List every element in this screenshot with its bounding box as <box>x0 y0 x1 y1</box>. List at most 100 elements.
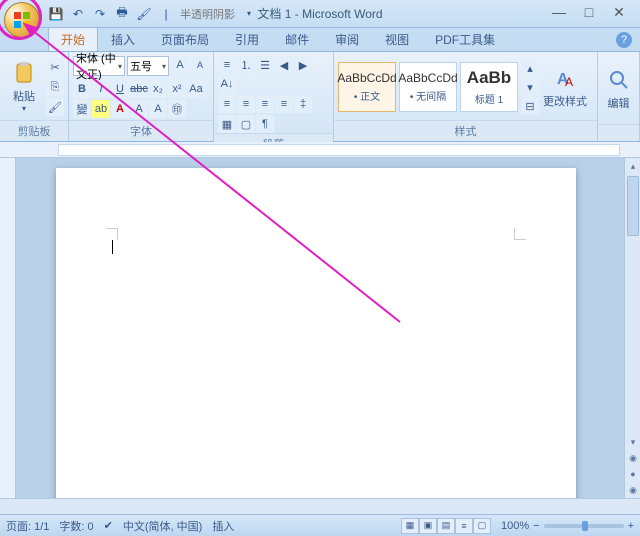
status-mode[interactable]: 插入 <box>212 518 234 534</box>
help-icon[interactable]: ? <box>616 32 632 48</box>
tab-view[interactable]: 视图 <box>372 27 422 51</box>
tab-page-layout[interactable]: 页面布局 <box>148 27 222 51</box>
view-outline[interactable]: ≡ <box>455 518 473 534</box>
tab-review[interactable]: 审阅 <box>322 27 372 51</box>
chevron-down-icon: ▾ <box>162 62 166 71</box>
save-icon[interactable]: 💾 <box>48 6 64 22</box>
enclose-char-button[interactable]: ㊞ <box>168 100 186 118</box>
paste-button[interactable]: 粘贴 ▾ <box>4 54 44 120</box>
ruler-horizontal[interactable] <box>0 142 640 158</box>
char-border-button[interactable]: A <box>130 100 148 118</box>
style-scroll-down[interactable]: ▾ <box>521 78 539 96</box>
underline-button[interactable]: U <box>111 80 129 98</box>
justify-button[interactable]: ≡ <box>275 95 293 113</box>
style-heading1[interactable]: AaBb 标题 1 <box>460 62 518 112</box>
shrink-font-button[interactable]: A <box>191 56 209 74</box>
multilevel-button[interactable]: ☰ <box>256 56 274 74</box>
align-left-button[interactable]: ≡ <box>218 95 236 113</box>
scrollbar-vertical[interactable]: ▴ ▾ ◉ ● ◉ <box>624 158 640 498</box>
group-styles: AaBbCcDd • 正文 AaBbCcDd • 无间隔 AaBb 标题 1 ▴… <box>334 52 598 141</box>
numbering-button[interactable]: ⒈ <box>237 56 255 74</box>
grow-font-button[interactable]: A <box>171 56 189 74</box>
ribbon: 粘贴 ▾ ✂ ⎘ 🖌 剪贴板 宋体 (中文正)▾ 五号▾ A A B I U <box>0 52 640 142</box>
office-button[interactable] <box>4 2 40 38</box>
scroll-down-icon[interactable]: ▾ <box>625 434 640 450</box>
maximize-button[interactable]: □ <box>574 2 604 22</box>
cut-button[interactable]: ✂ <box>46 58 64 76</box>
view-fullscreen[interactable]: ▣ <box>419 518 437 534</box>
change-styles-button[interactable]: AA 更改样式 <box>541 54 589 120</box>
document-scroll[interactable] <box>16 158 640 498</box>
copy-button[interactable]: ⎘ <box>46 78 64 96</box>
font-name-value: 宋体 (中文正) <box>76 50 118 82</box>
show-marks-button[interactable]: ¶ <box>256 115 274 133</box>
zoom-slider[interactable] <box>544 524 624 528</box>
tab-references[interactable]: 引用 <box>222 27 272 51</box>
status-words[interactable]: 字数: 0 <box>59 518 93 534</box>
style-scroll-up[interactable]: ▴ <box>521 59 539 77</box>
style-name: • 无间隔 <box>410 88 446 103</box>
zoom-slider-thumb[interactable] <box>582 521 588 531</box>
align-right-button[interactable]: ≡ <box>256 95 274 113</box>
view-web[interactable]: ▤ <box>437 518 455 534</box>
print-icon[interactable]: 🖶 <box>114 6 130 22</box>
italic-button[interactable]: I <box>92 80 110 98</box>
style-gallery: AaBbCcDd • 正文 AaBbCcDd • 无间隔 AaBb 标题 1 ▴… <box>338 59 539 115</box>
shadow-effect-dropdown[interactable]: 半透明阴影 <box>180 6 235 22</box>
subscript-button[interactable]: x₂ <box>149 80 167 98</box>
line-spacing-button[interactable]: ‡ <box>294 95 312 113</box>
window-title: 文档 1 - Microsoft Word <box>257 5 382 22</box>
strike-button[interactable]: abc <box>130 80 148 98</box>
status-page[interactable]: 页面: 1/1 <box>6 518 49 534</box>
prev-page-icon[interactable]: ◉ <box>625 450 640 466</box>
clear-format-button[interactable]: Aa <box>187 80 205 98</box>
tab-home[interactable]: 开始 <box>48 27 98 51</box>
font-name-combo[interactable]: 宋体 (中文正)▾ <box>73 56 125 76</box>
borders-button[interactable]: ▢ <box>237 115 255 133</box>
char-shading-button[interactable]: A <box>149 100 167 118</box>
indent-inc-button[interactable]: ▶ <box>294 56 312 74</box>
next-page-icon[interactable]: ◉ <box>625 482 640 498</box>
qat-dropdown-icon[interactable]: ▾ <box>241 6 257 22</box>
bold-button[interactable]: B <box>73 80 91 98</box>
scroll-thumb[interactable] <box>627 176 639 236</box>
editing-button[interactable]: 编辑 <box>602 56 635 122</box>
status-language[interactable]: 中文(简体, 中国) <box>123 518 202 534</box>
shading-button[interactable]: ▦ <box>218 115 236 133</box>
style-normal[interactable]: AaBbCcDd • 正文 <box>338 62 396 112</box>
phonetic-button[interactable]: 變 <box>73 100 91 118</box>
sort-button[interactable]: A↓ <box>218 75 236 93</box>
group-clipboard: 粘贴 ▾ ✂ ⎘ 🖌 剪贴板 <box>0 52 69 141</box>
highlight-button[interactable]: ab <box>92 100 110 118</box>
indent-dec-button[interactable]: ◀ <box>275 56 293 74</box>
minimize-button[interactable]: — <box>544 2 574 22</box>
view-draft[interactable]: ▢ <box>473 518 491 534</box>
redo-icon[interactable]: ↷ <box>92 6 108 22</box>
view-print-layout[interactable]: ▦ <box>401 518 419 534</box>
bullets-button[interactable]: ≡ <box>218 56 236 74</box>
style-expand[interactable]: ⊟ <box>521 97 539 115</box>
tab-pdf-tools[interactable]: PDF工具集 <box>422 27 508 51</box>
font-color-button[interactable]: A <box>111 100 129 118</box>
status-proof-icon[interactable]: ✔ <box>104 519 113 532</box>
scrollbar-horizontal[interactable] <box>0 498 640 514</box>
undo-icon[interactable]: ↶ <box>70 6 86 22</box>
close-button[interactable]: ✕ <box>604 2 634 22</box>
tab-insert[interactable]: 插入 <box>98 27 148 51</box>
page[interactable] <box>56 168 576 498</box>
superscript-button[interactable]: x² <box>168 80 186 98</box>
scroll-up-icon[interactable]: ▴ <box>625 158 640 174</box>
svg-text:A: A <box>565 75 573 89</box>
format-painter-button[interactable]: 🖌 <box>46 98 64 116</box>
margin-marker-tr <box>514 228 526 240</box>
align-center-button[interactable]: ≡ <box>237 95 255 113</box>
browse-object-icon[interactable]: ● <box>625 466 640 482</box>
copy-icon: ⎘ <box>51 81 60 94</box>
brush-icon[interactable]: 🖌 <box>136 6 152 22</box>
ruler-vertical[interactable] <box>0 158 16 498</box>
editing-label: 编辑 <box>608 95 630 111</box>
font-size-combo[interactable]: 五号▾ <box>127 56 169 76</box>
tab-mailings[interactable]: 邮件 <box>272 27 322 51</box>
find-icon <box>607 68 631 92</box>
style-no-spacing[interactable]: AaBbCcDd • 无间隔 <box>399 62 457 112</box>
